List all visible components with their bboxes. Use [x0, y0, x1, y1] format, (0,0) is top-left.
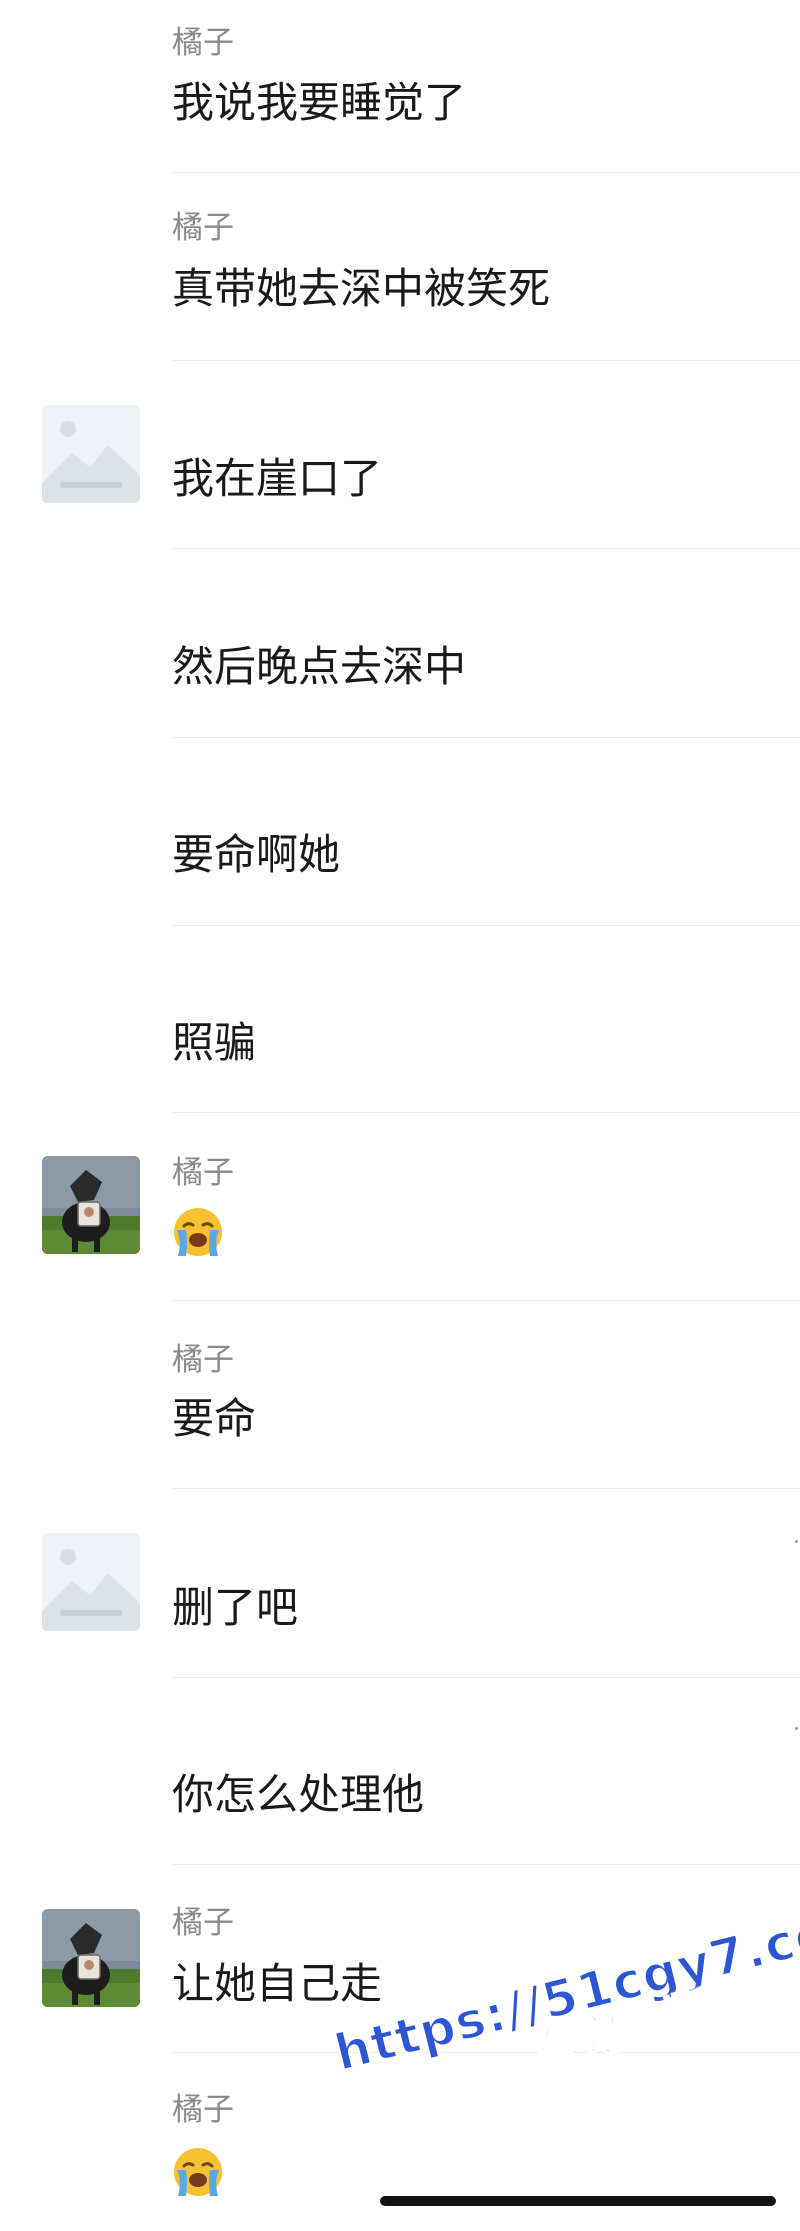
home-indicator[interactable] — [380, 2196, 776, 2206]
sender-name: 橘子 — [172, 1905, 234, 1941]
sender-name: 橘子 — [172, 210, 234, 246]
placeholder-image-icon[interactable] — [42, 405, 140, 503]
watermark: https://51cgy7.com 看完整版 — [328, 1889, 800, 2121]
cow-avatar[interactable] — [42, 1156, 140, 1254]
message-text: 然后晚点去深中 — [172, 642, 467, 691]
message-text: 要命 — [172, 1394, 257, 1443]
divider — [172, 360, 800, 361]
message-text: 要命啊她 — [172, 830, 341, 879]
message-text: 我在崖口了 — [172, 454, 383, 503]
message-text: 真带她去深中被笑死 — [172, 264, 551, 313]
message-text: 我说我要睡觉了 — [172, 78, 467, 127]
loudly-crying-face-icon — [172, 1206, 224, 1258]
divider — [172, 172, 800, 173]
sender-name: 橘子 — [172, 1155, 234, 1191]
divider — [172, 737, 800, 738]
divider — [172, 1677, 800, 1678]
sender-name: 橘子 — [172, 25, 234, 61]
edge-mark — [795, 1540, 798, 1543]
message-text: 你怎么处理他 — [172, 1770, 425, 1819]
divider — [172, 1488, 800, 1489]
divider — [172, 1864, 800, 1865]
sender-name: 橘子 — [172, 2092, 234, 2128]
divider — [172, 925, 800, 926]
placeholder-image-icon[interactable] — [42, 1533, 140, 1631]
cow-avatar[interactable] — [42, 1909, 140, 2007]
message-text: 删了吧 — [172, 1583, 299, 1632]
sender-name: 橘子 — [172, 1342, 234, 1378]
message-text: 照骗 — [172, 1018, 257, 1067]
loudly-crying-face-icon — [172, 2146, 224, 2198]
divider — [172, 1300, 800, 1301]
edge-mark — [795, 1727, 798, 1730]
message-text: 让她自己走 — [172, 1959, 383, 2008]
divider — [172, 548, 800, 549]
divider — [172, 1112, 800, 1113]
